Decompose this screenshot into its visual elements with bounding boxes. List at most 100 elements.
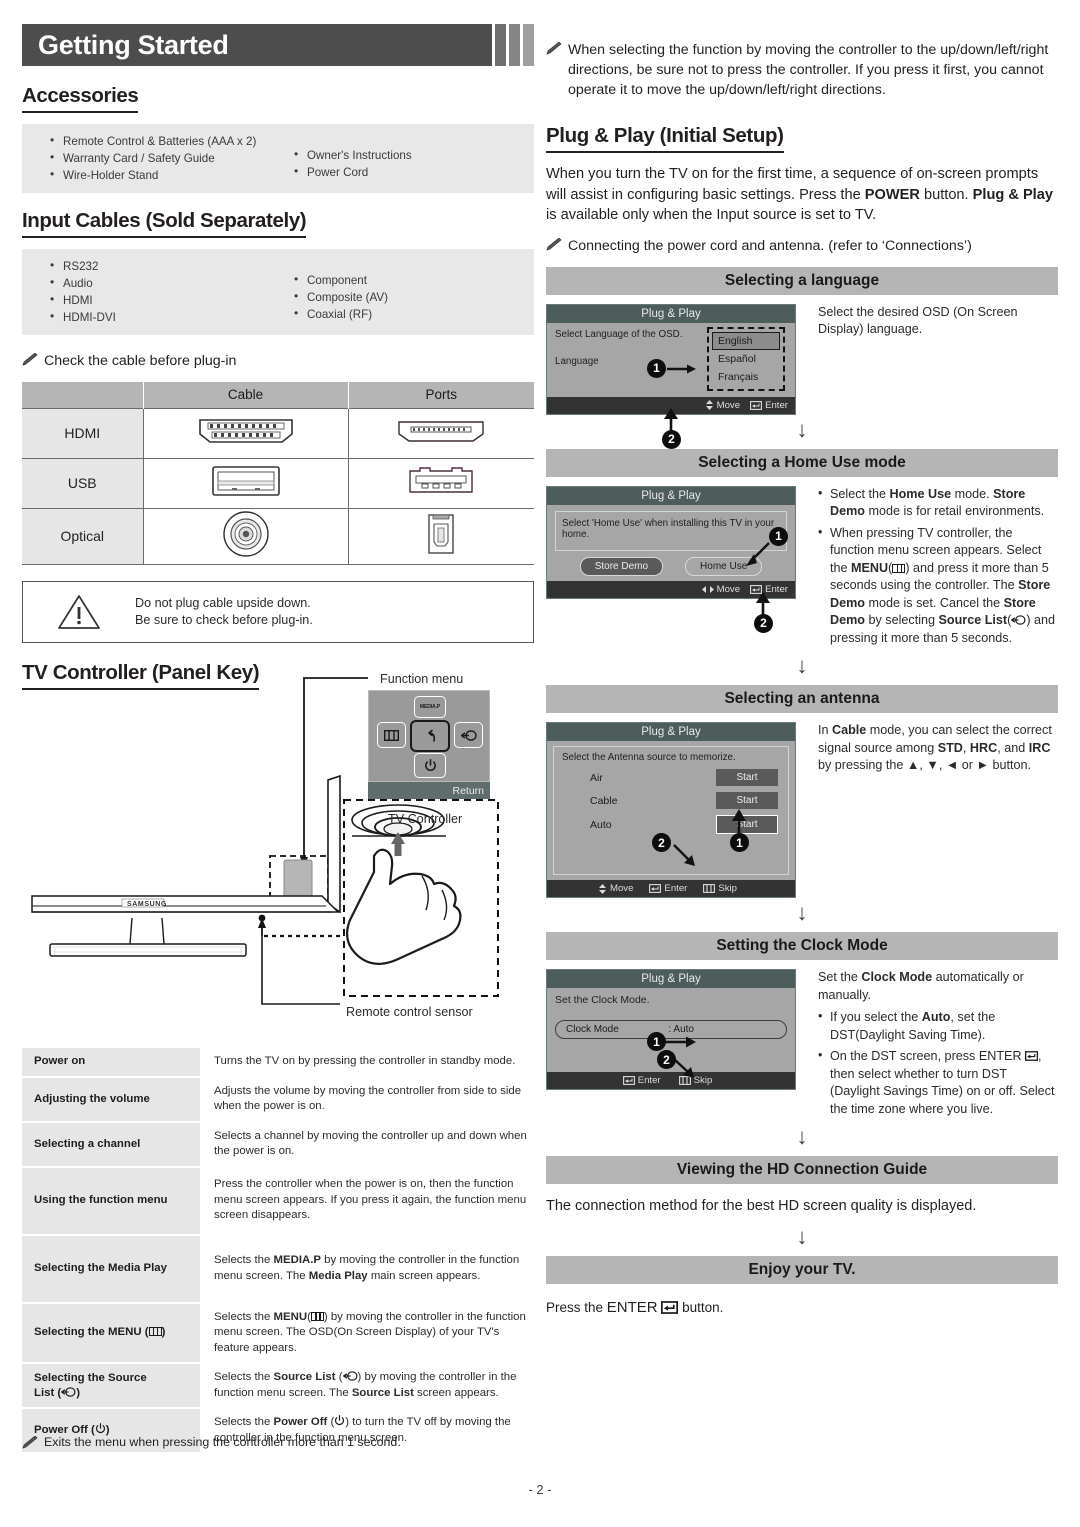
osd-title: Plug & Play bbox=[547, 723, 795, 741]
function-menu-panel: MEDIA.P bbox=[368, 690, 490, 782]
step-badge-2: 2 bbox=[652, 833, 671, 852]
hd-guide-description: The connection method for the best HD sc… bbox=[546, 1198, 977, 1214]
func-value: Selects the MEDIA.P by moving the contro… bbox=[214, 1254, 520, 1282]
list-item: Component bbox=[294, 271, 534, 289]
warning-triangle-icon bbox=[23, 593, 135, 631]
list-item: Audio bbox=[50, 274, 280, 292]
func-value: Press the controller when the power is o… bbox=[214, 1178, 527, 1222]
media-p-key[interactable]: MEDIA.P bbox=[414, 696, 446, 718]
flow-arrow-down-icon: ↓ bbox=[796, 1124, 808, 1149]
row-label-usb: USB bbox=[22, 457, 143, 508]
arrow-down-left-icon bbox=[746, 541, 770, 566]
list-item: HDMI-DVI bbox=[50, 308, 280, 326]
banner-block-2 bbox=[509, 24, 520, 66]
step-header-enjoy: Enjoy your TV. bbox=[546, 1256, 1058, 1284]
antenna-row-cable: Cable Start bbox=[564, 792, 778, 809]
enter-key-icon bbox=[750, 400, 763, 410]
cable-port-table: Cable Ports HDMI USB Optical bbox=[22, 382, 534, 565]
menu-icon bbox=[703, 884, 716, 893]
pencil-icon bbox=[546, 236, 568, 257]
step-header-home-use: Selecting a Home Use mode bbox=[546, 448, 1058, 477]
func-key: Adjusting the volume bbox=[22, 1077, 200, 1121]
antenna-label: Auto bbox=[590, 818, 612, 831]
start-button-cable[interactable]: Start bbox=[716, 792, 778, 809]
note-text: When selecting the function by moving th… bbox=[568, 42, 1049, 98]
menu-icon bbox=[310, 1311, 324, 1321]
start-button-air[interactable]: Start bbox=[716, 769, 778, 786]
osd-screenshot-language: Plug & Play Select Language of the OSD. … bbox=[546, 303, 802, 449]
func-key: Selecting the MENU () bbox=[22, 1303, 200, 1362]
source-icon[interactable] bbox=[454, 722, 483, 748]
note-text: Connecting the power cord and antenna. (… bbox=[568, 237, 972, 254]
arrow-right-icon bbox=[667, 364, 696, 373]
func-value: Turns the TV on by pressing the controll… bbox=[214, 1055, 516, 1067]
table-row: Selecting the Source List () Selects the … bbox=[22, 1364, 534, 1407]
warning-text: Do not plug cable upside down. Be sure t… bbox=[135, 595, 313, 629]
language-option-espanol[interactable]: Español bbox=[712, 350, 780, 368]
menu-icon[interactable] bbox=[377, 722, 406, 748]
osd-line-1: Set the Clock Mode. bbox=[555, 994, 650, 1006]
step-home-use: Plug & Play Select 'Home Use' when insta… bbox=[546, 485, 1058, 652]
osd-screenshot-antenna: Plug & Play Select the Antenna source to… bbox=[546, 722, 802, 898]
language-option-english[interactable]: English bbox=[712, 331, 780, 350]
func-value: Adjusts the volume by moving the control… bbox=[214, 1084, 522, 1113]
osd-panel: Plug & Play Select 'Home Use' when insta… bbox=[546, 485, 796, 599]
tv-controller-label: TV Controller bbox=[388, 812, 463, 826]
table-row: Power on Turns the TV on by pressing the… bbox=[22, 1048, 534, 1076]
warning-line-2: Be sure to check before plug-in. bbox=[135, 612, 313, 627]
step-antenna: Plug & Play Select the Antenna source to… bbox=[546, 722, 1058, 898]
osd-screenshot-home-use: Plug & Play Select 'Home Use' when insta… bbox=[546, 485, 802, 652]
arrow-down-right-icon bbox=[674, 1059, 694, 1078]
arrow-up-icon bbox=[664, 407, 678, 432]
func-key: Power on bbox=[22, 1048, 200, 1076]
arrow-up-icon bbox=[756, 591, 770, 616]
accessories-list-col2: Owner's Instructions Power Cord bbox=[280, 133, 534, 184]
osd-body: Select 'Home Use' when installing this T… bbox=[547, 504, 795, 581]
list-item: Warranty Card / Safety Guide bbox=[50, 149, 280, 167]
store-demo-button[interactable]: Store Demo bbox=[579, 556, 664, 576]
clock-bullets: If you select the Auto, set the DST(Dayl… bbox=[818, 1008, 1058, 1118]
language-option-francais[interactable]: Français bbox=[712, 368, 780, 386]
step-badge-1: 1 bbox=[647, 358, 666, 378]
pencil-icon bbox=[22, 351, 44, 372]
table-row: USB bbox=[22, 457, 534, 508]
table-row: Using the function menu Press the contro… bbox=[22, 1167, 534, 1234]
osd-skip-hint: Skip bbox=[703, 883, 737, 894]
menu-icon bbox=[148, 1327, 162, 1337]
osd-screenshot-clock: Plug & Play Set the Clock Mode. Clock Mo… bbox=[546, 969, 802, 1122]
input-cables-list-col1: RS232 Audio HDMI HDMI-DVI bbox=[22, 257, 280, 326]
antenna-label: Cable bbox=[590, 794, 618, 807]
controller-functions-table-wrap: Power on Turns the TV on by pressing the… bbox=[22, 1046, 534, 1454]
language-option-list[interactable]: English Español Français bbox=[707, 326, 785, 391]
accessories-list-col1: Remote Control & Batteries (AAA x 2) War… bbox=[22, 132, 280, 184]
page-title-banner: Getting Started bbox=[22, 24, 534, 66]
list-item: When pressing TV controller, the functio… bbox=[818, 524, 1058, 648]
exit-menu-note: Exits the menu when pressing the control… bbox=[22, 1434, 542, 1455]
hdmi-port-icon bbox=[347, 407, 534, 458]
osd-panel: Plug & Play Set the Clock Mode. Clock Mo… bbox=[546, 969, 796, 1090]
enter-key-icon bbox=[661, 1301, 679, 1314]
step-header-antenna: Selecting an antenna bbox=[546, 685, 1058, 713]
right-column: When selecting the function by moving th… bbox=[546, 30, 1058, 1318]
return-icon[interactable] bbox=[410, 720, 450, 752]
controller-direction-note: When selecting the function by moving th… bbox=[546, 40, 1058, 100]
note-text: Check the cable before plug-in bbox=[44, 353, 237, 369]
accessories-heading: Accessories bbox=[22, 84, 139, 113]
remote-control-sensor-label: Remote control sensor bbox=[346, 1005, 473, 1019]
step-badge-2: 2 bbox=[662, 429, 681, 449]
power-icon[interactable] bbox=[414, 753, 446, 778]
step-clock-mode: Plug & Play Set the Clock Mode. Clock Mo… bbox=[546, 969, 1058, 1122]
controller-functions-table: Power on Turns the TV on by pressing the… bbox=[22, 1046, 534, 1454]
page-number: - 2 - bbox=[528, 1482, 552, 1497]
row-label-optical: Optical bbox=[22, 507, 143, 565]
banner-decoration-blocks bbox=[492, 24, 534, 66]
func-key: Selecting a channel bbox=[22, 1122, 200, 1166]
clock-mode-value: : Auto bbox=[668, 1024, 694, 1035]
usb-port-icon bbox=[347, 457, 534, 508]
osd-footer: Enter Skip bbox=[547, 1072, 795, 1089]
page-title: Getting Started bbox=[22, 24, 492, 66]
antenna-label: Air bbox=[590, 771, 603, 784]
pencil-icon bbox=[22, 1434, 44, 1455]
table-row: Adjusting the volume Adjusts the volume … bbox=[22, 1077, 534, 1121]
row-label-hdmi: HDMI bbox=[22, 407, 143, 458]
